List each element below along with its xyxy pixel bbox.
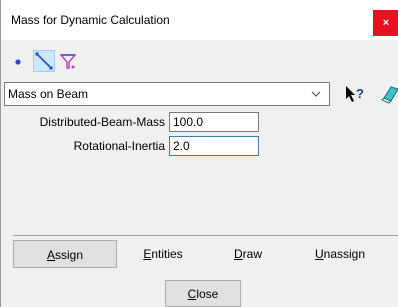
unassign-label: nassign [323, 247, 366, 261]
mass-type-select[interactable]: Mass on Beam [4, 82, 330, 106]
distributed-beam-mass-field[interactable]: 100.0 [169, 112, 259, 132]
context-help-button[interactable]: ? [344, 84, 368, 104]
filter-tool-button[interactable] [57, 50, 79, 72]
svg-text:?: ? [356, 86, 364, 101]
unassign-mnemonic: U [314, 247, 324, 261]
help-cursor-icon: ? [346, 86, 364, 102]
rotational-inertia-label: Rotational-Inertia [73, 139, 165, 153]
eraser-button[interactable] [379, 84, 398, 104]
rotational-inertia-field[interactable]: 2.0 [169, 136, 259, 156]
unassign-button[interactable]: Unassign [293, 240, 387, 268]
entities-label: ntities [151, 247, 183, 261]
window-title: Mass for Dynamic Calculation [11, 13, 170, 27]
dialog-window: Mass for Dynamic Calculation × Mass on B… [0, 0, 398, 307]
draw-mnemonic: D [233, 247, 243, 261]
point-icon [15, 59, 21, 65]
mass-type-value: Mass on Beam [8, 87, 89, 101]
filter-icon [59, 54, 77, 69]
entities-button[interactable]: Entities [123, 240, 203, 268]
rotational-inertia-value: 2.0 [173, 139, 190, 153]
title-bar: Mass for Dynamic Calculation × [1, 0, 398, 40]
draw-button[interactable]: Draw [213, 240, 283, 268]
distributed-beam-mass-label: Distributed-Beam-Mass [39, 115, 165, 129]
close-label: lose [196, 287, 219, 301]
line-tool-button[interactable] [33, 50, 55, 72]
close-icon: × [382, 17, 390, 29]
selection-toolbar [9, 50, 129, 72]
eraser-icon [381, 86, 398, 104]
assign-mnemonic: A [46, 248, 55, 262]
assign-label: ssign [55, 248, 84, 262]
chevron-down-icon [311, 91, 321, 97]
draw-label: raw [242, 247, 262, 261]
distributed-beam-mass-value: 100.0 [173, 115, 204, 129]
close-window-button[interactable]: × [373, 10, 398, 36]
line-icon [35, 52, 53, 70]
close-button[interactable]: Close [165, 280, 241, 307]
point-tool-button[interactable] [9, 50, 31, 72]
assign-button[interactable]: Assign [13, 240, 117, 268]
button-bar-divider [13, 235, 398, 236]
